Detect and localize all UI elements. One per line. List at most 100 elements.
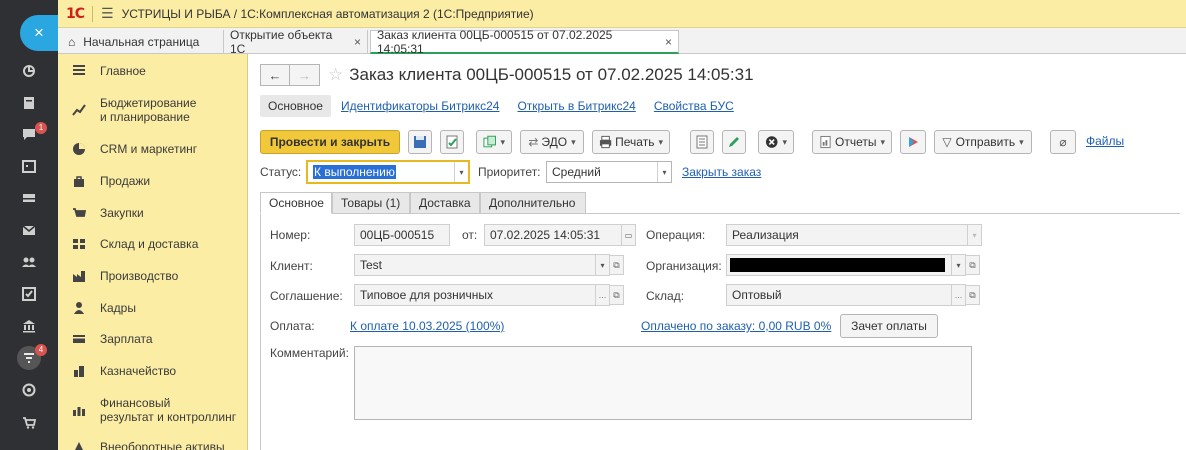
open-organization-icon[interactable]: ⧉ xyxy=(966,255,980,275)
section-item-warehouse[interactable]: Склад и доставка xyxy=(58,237,248,251)
open-client-icon[interactable]: ⧉ xyxy=(610,255,624,275)
tab-customer-order[interactable]: Заказ клиента 00ЦБ-000515 от 07.02.2025 … xyxy=(370,28,679,56)
section-item-assets[interactable]: Внеоборотные активы xyxy=(58,440,248,450)
section-item-treasury[interactable]: Казначейство xyxy=(58,364,248,378)
tab-goods[interactable]: Товары (1) xyxy=(332,192,410,214)
paid-amount-link[interactable]: Оплачено по заказу: 0,00 RUB 0% xyxy=(641,319,831,333)
bus-properties-link[interactable]: Свойства БУС xyxy=(654,99,734,113)
reports-button[interactable]: Отчеты ▾ xyxy=(812,130,892,154)
status-menu-button[interactable]: ▾ xyxy=(758,130,794,154)
warehouse-icon xyxy=(58,237,100,251)
section-item-sales[interactable]: Продажи xyxy=(58,174,248,188)
chevron-down-icon: ▾ xyxy=(500,136,505,147)
section-item-salary[interactable]: Зарплата xyxy=(58,332,248,346)
section-label: Закупки xyxy=(100,206,144,220)
create-based-icon xyxy=(483,135,496,148)
page-title: Заказ клиента 00ЦБ-000515 от 07.02.2025 … xyxy=(349,65,754,84)
chevron-down-icon[interactable]: ▾ xyxy=(951,255,965,275)
post-button[interactable] xyxy=(440,130,464,154)
close-icon[interactable]: × xyxy=(665,35,672,49)
close-panel-button[interactable]: × xyxy=(20,15,58,51)
post-and-close-button[interactable]: Провести и закрыть xyxy=(260,130,400,154)
organization-field[interactable]: ▾ xyxy=(726,254,966,276)
tab-home[interactable]: ⌂ Начальная страница xyxy=(58,30,224,54)
operation-select[interactable]: Реализация ▾ xyxy=(726,224,982,246)
section-label: Продажи xyxy=(100,174,151,188)
bitrix-ids-link[interactable]: Идентификаторы Битрикс24 xyxy=(341,99,499,113)
tab-additional[interactable]: Дополнительно xyxy=(480,192,586,214)
dashboard-icon[interactable] xyxy=(17,59,41,83)
cancel-circle-icon xyxy=(765,136,778,148)
analytics-icon[interactable] xyxy=(17,378,41,402)
main-section-link[interactable]: Основное xyxy=(260,95,331,117)
chevron-down-icon[interactable]: ▾ xyxy=(454,162,468,182)
chevron-down-icon: ▾ xyxy=(782,136,787,147)
status-select[interactable]: К выполнению ▾ xyxy=(306,160,470,184)
open-agreement-icon[interactable]: ⧉ xyxy=(610,285,624,305)
section-label: Финансовый результат и контроллинг xyxy=(100,396,237,424)
inbox-icon[interactable] xyxy=(17,186,41,210)
edo-button[interactable]: ⇄ ЭДО ▾ xyxy=(520,130,584,154)
payment-schedule-link[interactable]: К оплате 10.03.2025 (100%) xyxy=(350,319,504,333)
date-field[interactable]: 07.02.2025 14:05:31 ▭ xyxy=(484,224,636,246)
report-icon xyxy=(820,135,831,149)
payment-offset-button[interactable]: Зачет оплаты xyxy=(840,314,938,338)
select-dots-icon[interactable]: … xyxy=(951,285,965,305)
comment-textarea[interactable] xyxy=(354,346,972,420)
section-item-purchases[interactable]: Закупки xyxy=(58,206,248,220)
agreement-field[interactable]: Типовое для розничных … xyxy=(354,284,610,306)
calendar-icon[interactable] xyxy=(17,154,41,178)
section-item-finance[interactable]: Финансовый результат и контроллинг xyxy=(58,396,248,424)
comment-label: Комментарий: xyxy=(270,346,349,360)
priority-select[interactable]: Средний ▾ xyxy=(546,161,672,183)
section-label: Кадры xyxy=(100,301,136,315)
open-warehouse-icon[interactable]: ⧉ xyxy=(966,285,980,305)
mail-icon[interactable] xyxy=(17,218,41,242)
edit-button[interactable] xyxy=(722,130,746,154)
section-label: Зарплата xyxy=(100,332,153,346)
section-item-production[interactable]: Производство xyxy=(58,269,248,283)
chevron-down-icon[interactable]: ▾ xyxy=(657,162,671,182)
section-item-crm[interactable]: CRM и маркетинг xyxy=(58,142,248,156)
section-item-hr[interactable]: Кадры xyxy=(58,301,248,315)
tab-open-object[interactable]: Открытие объекта 1С × xyxy=(224,28,368,56)
bitrix-send-button[interactable] xyxy=(900,130,926,154)
main-menu-icon[interactable]: ☰ xyxy=(101,5,114,22)
users-icon[interactable] xyxy=(17,250,41,274)
checkbox-icon[interactable] xyxy=(17,282,41,306)
tab-main[interactable]: Основное xyxy=(260,192,332,214)
title-bar: 1С ☰ УСТРИЦЫ И РЫБА / 1С:Комплексная авт… xyxy=(58,0,1186,28)
section-label: Главное xyxy=(100,64,146,78)
bag-icon xyxy=(58,174,100,188)
back-button[interactable]: ← xyxy=(260,64,290,86)
select-dots-icon[interactable]: … xyxy=(595,285,609,305)
open-in-bitrix-link[interactable]: Открыть в Битрикс24 xyxy=(517,99,635,113)
favorite-star-icon[interactable]: ☆ xyxy=(328,65,343,85)
document-icon[interactable] xyxy=(17,91,41,115)
send-button[interactable]: ▽ Отправить ▾ xyxy=(934,130,1032,154)
journal-button[interactable] xyxy=(690,130,714,154)
warehouse-field[interactable]: Оптовый … xyxy=(726,284,966,306)
shop-icon[interactable] xyxy=(17,410,41,434)
bank-icon[interactable] xyxy=(17,314,41,338)
section-item-main[interactable]: Главное xyxy=(58,64,248,78)
chevron-down-icon: ▾ xyxy=(658,136,663,147)
forward-button[interactable]: → xyxy=(290,64,320,86)
number-field[interactable]: 00ЦБ-000515 xyxy=(354,224,450,246)
attach-button[interactable]: ⌀ xyxy=(1050,130,1076,154)
chevron-down-icon[interactable]: ▾ xyxy=(595,255,609,275)
form-header: ← → ☆ Заказ клиента 00ЦБ-000515 от 07.02… xyxy=(260,64,754,86)
section-item-budget[interactable]: Бюджетирование и планирование xyxy=(58,96,248,124)
chevron-down-icon[interactable]: ▾ xyxy=(967,225,981,245)
create-based-on-button[interactable]: ▾ xyxy=(476,130,512,154)
calendar-icon[interactable]: ▭ xyxy=(621,225,635,245)
close-icon[interactable]: × xyxy=(354,35,361,49)
play-icon xyxy=(909,137,918,147)
files-link[interactable]: Файлы xyxy=(1086,134,1124,148)
section-label: Бюджетирование и планирование xyxy=(100,96,197,124)
client-field[interactable]: Test ▾ xyxy=(354,254,610,276)
save-button[interactable] xyxy=(408,130,432,154)
close-order-link[interactable]: Закрыть заказ xyxy=(682,165,761,179)
print-button[interactable]: Печать ▾ xyxy=(592,130,670,154)
tab-delivery[interactable]: Доставка xyxy=(410,192,480,214)
